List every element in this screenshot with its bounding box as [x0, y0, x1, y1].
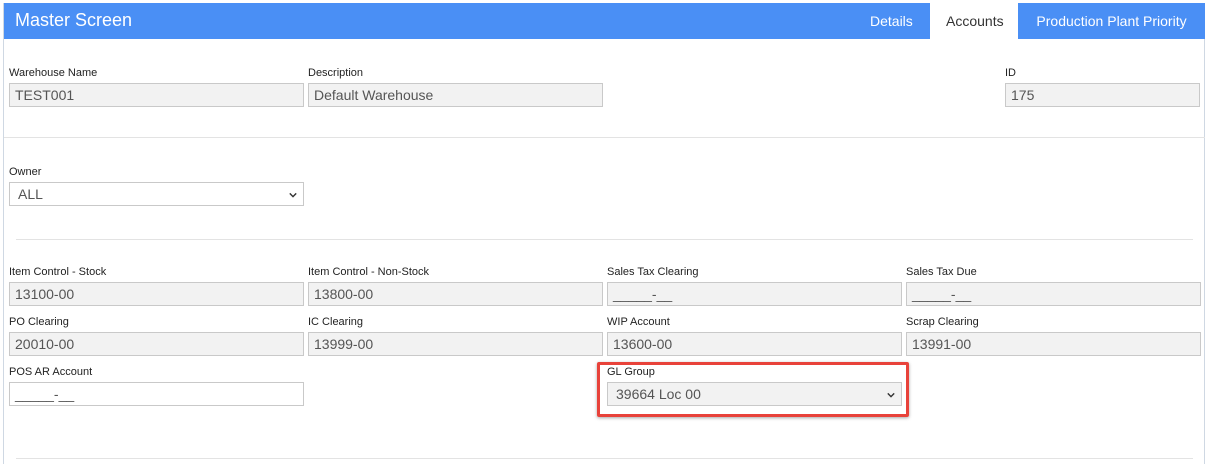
wip-account-field: WIP Account 13600-00	[607, 315, 902, 356]
item-control-stock-field: Item Control - Stock 13100-00	[9, 265, 304, 306]
description-field: Description Default Warehouse	[308, 66, 603, 107]
section-divider	[4, 137, 1205, 138]
item-control-stock-label: Item Control - Stock	[9, 266, 107, 278]
warehouse-name-input[interactable]: TEST001	[9, 83, 304, 107]
warehouse-name-field: Warehouse Name TEST001	[9, 66, 304, 107]
scrap-clearing-input[interactable]: 13991-00	[906, 332, 1201, 356]
ic-clearing-field: IC Clearing 13999-00	[308, 315, 603, 356]
item-control-nonstock-input[interactable]: 13800-00	[308, 282, 603, 306]
id-input[interactable]: 175	[1005, 83, 1200, 107]
pos-ar-account-input[interactable]: _____-__	[9, 382, 304, 406]
wip-account-input[interactable]: 13600-00	[607, 332, 902, 356]
po-clearing-input[interactable]: 20010-00	[9, 332, 304, 356]
sales-tax-due-label: Sales Tax Due	[906, 266, 977, 278]
owner-label: Owner	[9, 166, 42, 178]
ic-clearing-input[interactable]: 13999-00	[308, 332, 603, 356]
id-field: ID 175	[1005, 66, 1200, 107]
tab-bar: Details Accounts Production Plant Priori…	[854, 3, 1205, 39]
sales-tax-clearing-label: Sales Tax Clearing	[607, 266, 699, 278]
tab-details[interactable]: Details	[854, 3, 930, 39]
item-control-stock-input[interactable]: 13100-00	[9, 282, 304, 306]
page-title: Master Screen	[15, 10, 133, 30]
pos-ar-account-field: POS AR Account _____-__	[9, 365, 304, 406]
owner-select[interactable]: ALL	[9, 182, 304, 206]
scrap-clearing-label: Scrap Clearing	[906, 316, 979, 328]
description-label: Description	[308, 67, 364, 79]
pos-ar-account-label: POS AR Account	[9, 366, 93, 378]
section-divider	[16, 458, 1193, 459]
gl-group-highlight-box	[597, 362, 909, 417]
scrap-clearing-field: Scrap Clearing 13991-00	[906, 315, 1201, 356]
owner-select-value: ALL	[18, 186, 43, 202]
wip-account-label: WIP Account	[607, 316, 670, 328]
sales-tax-due-input[interactable]: _____-__	[906, 282, 1201, 306]
owner-field: Owner ALL	[9, 165, 304, 206]
section-divider	[16, 239, 1193, 240]
sales-tax-clearing-input[interactable]: _____-__	[607, 282, 902, 306]
header-bar: Master Screen Details Accounts Productio…	[4, 3, 1205, 39]
sales-tax-due-field: Sales Tax Due _____-__	[906, 265, 1201, 306]
item-control-nonstock-field: Item Control - Non-Stock 13800-00	[308, 265, 603, 306]
chevron-down-icon	[289, 192, 297, 198]
id-label: ID	[1005, 67, 1016, 79]
tab-accounts[interactable]: Accounts	[930, 3, 1018, 39]
po-clearing-field: PO Clearing 20010-00	[9, 315, 304, 356]
tab-production-plant-priority[interactable]: Production Plant Priority	[1018, 3, 1205, 39]
description-input[interactable]: Default Warehouse	[308, 83, 603, 107]
ic-clearing-label: IC Clearing	[308, 316, 364, 328]
warehouse-name-label: Warehouse Name	[9, 67, 98, 79]
item-control-nonstock-label: Item Control - Non-Stock	[308, 266, 430, 278]
po-clearing-label: PO Clearing	[9, 316, 69, 328]
sales-tax-clearing-field: Sales Tax Clearing _____-__	[607, 265, 902, 306]
